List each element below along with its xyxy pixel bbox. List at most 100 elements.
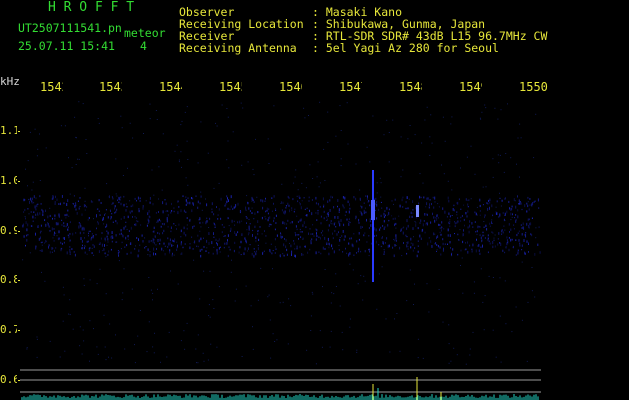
noise-speck <box>211 208 213 211</box>
noise-speck <box>530 222 532 226</box>
noise-speck <box>200 195 202 198</box>
noise-speck <box>196 362 197 364</box>
noise-speck <box>417 245 419 247</box>
noise-speck <box>527 201 529 203</box>
noise-speck <box>36 336 38 338</box>
noise-speck <box>82 246 83 250</box>
noise-speck <box>353 254 355 256</box>
noise-speck <box>155 110 157 111</box>
noise-speck <box>501 229 503 232</box>
noise-speck <box>49 340 51 342</box>
noise-speck <box>130 205 132 208</box>
noise-speck <box>207 152 209 154</box>
noise-speck <box>227 207 229 210</box>
noise-speck <box>274 228 276 231</box>
noise-speck <box>358 247 360 251</box>
noise-speck <box>254 212 256 215</box>
noise-speck <box>512 245 514 249</box>
noise-speck <box>173 223 175 225</box>
noise-speck <box>287 343 289 345</box>
noise-speck <box>206 239 208 243</box>
noise-speck <box>482 244 483 248</box>
noise-speck <box>287 219 289 222</box>
noise-speck <box>241 220 243 222</box>
noise-speck <box>216 206 217 208</box>
noise-speck <box>289 242 290 244</box>
noise-speck <box>430 240 432 243</box>
noise-speck <box>463 229 464 232</box>
noise-speck <box>162 201 164 205</box>
noise-speck <box>158 218 160 221</box>
noise-speck <box>504 280 506 282</box>
noise-speck <box>129 243 131 245</box>
noise-speck <box>84 251 86 254</box>
noise-speck <box>257 299 259 301</box>
noise-speck <box>180 209 182 213</box>
noise-speck <box>156 248 157 250</box>
noise-speck <box>118 196 120 200</box>
noise-speck <box>206 203 208 207</box>
noise-speck <box>213 308 215 309</box>
noise-speck <box>61 219 63 221</box>
noise-speck <box>114 212 116 214</box>
noise-speck <box>296 228 298 231</box>
noise-speck <box>520 202 522 205</box>
noise-speck <box>232 208 234 210</box>
noise-speck <box>265 210 267 213</box>
noise-speck <box>74 116 76 118</box>
noise-speck <box>449 223 451 225</box>
noise-speck <box>447 196 449 200</box>
noise-speck <box>286 248 288 252</box>
noise-speck <box>91 252 93 254</box>
noise-speck <box>183 209 185 213</box>
noise-speck <box>73 195 75 197</box>
noise-speck <box>109 209 111 211</box>
noise-speck <box>266 207 268 211</box>
noise-speck <box>297 221 299 223</box>
noise-speck <box>347 200 349 203</box>
noise-speck <box>399 204 401 208</box>
noise-speck <box>271 224 272 226</box>
noise-speck <box>315 202 317 205</box>
noise-speck <box>152 237 154 241</box>
noise-speck <box>61 242 63 245</box>
noise-speck <box>492 245 494 249</box>
noise-speck <box>410 211 412 214</box>
noise-speck <box>337 216 339 219</box>
noise-speck <box>135 245 136 247</box>
noise-speck <box>253 254 255 258</box>
noise-speck <box>379 177 381 179</box>
noise-speck <box>465 212 467 215</box>
noise-speck <box>208 304 210 306</box>
y-tick-label: 1.1 <box>0 125 17 136</box>
noise-speck <box>380 214 382 217</box>
noise-speck <box>39 250 41 252</box>
noise-speck <box>359 189 361 191</box>
noise-speck <box>159 232 160 235</box>
noise-speck <box>105 226 107 228</box>
noise-speck <box>213 232 214 235</box>
noise-speck <box>356 240 358 243</box>
noise-speck <box>226 108 228 109</box>
noise-speck <box>449 225 451 227</box>
y-tick-mark <box>18 131 20 132</box>
noise-speck <box>407 248 409 251</box>
noise-speck <box>40 241 42 244</box>
noise-speck <box>429 136 431 138</box>
noise-speck <box>486 202 488 204</box>
noise-speck <box>424 213 426 216</box>
noise-speck <box>63 222 65 225</box>
y-axis-unit: kHz <box>0 75 20 88</box>
noise-speck <box>89 279 91 281</box>
noise-speck <box>152 231 154 233</box>
noise-speck <box>360 211 362 214</box>
noise-speck <box>253 218 255 220</box>
noise-speck <box>319 330 321 332</box>
noise-speck <box>83 227 85 229</box>
noise-speck <box>494 107 496 109</box>
noise-speck <box>315 251 317 255</box>
meteor-echo-head <box>371 200 375 220</box>
noise-speck <box>451 252 453 254</box>
noise-speck <box>338 211 340 213</box>
noise-speck <box>466 215 468 218</box>
